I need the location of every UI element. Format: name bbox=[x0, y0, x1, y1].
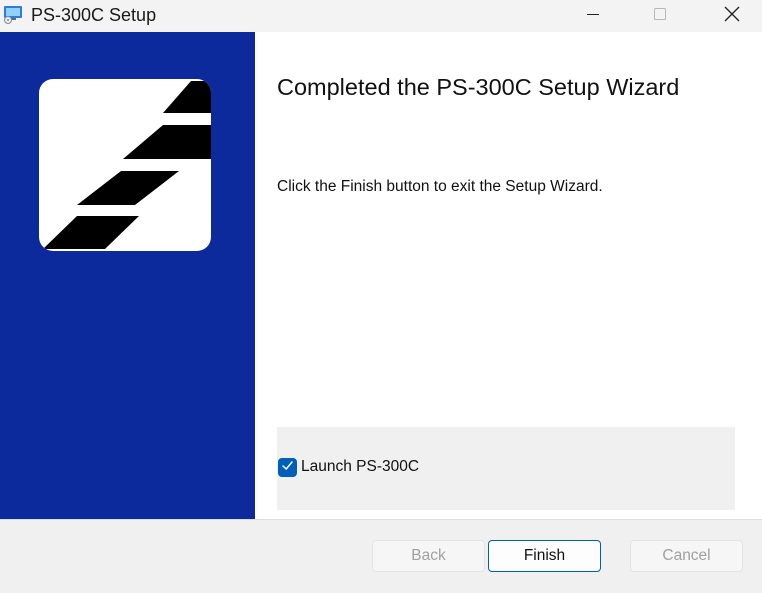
checkmark-icon bbox=[281, 459, 294, 477]
maximize-icon bbox=[652, 6, 668, 27]
cancel-button[interactable]: Cancel bbox=[630, 540, 743, 572]
close-icon bbox=[723, 5, 741, 28]
launch-option-panel: Launch PS-300C bbox=[277, 427, 735, 510]
launch-checkbox[interactable] bbox=[278, 458, 297, 477]
finish-button[interactable]: Finish bbox=[488, 540, 601, 572]
title-bar[interactable]: PS-300C Setup bbox=[0, 0, 762, 32]
setup-window: PS-300C Setup Completed the PS-300C Setu… bbox=[0, 0, 762, 593]
window-title: PS-300C Setup bbox=[31, 5, 157, 25]
wizard-instructions: Click the Finish button to exit the Setu… bbox=[277, 178, 603, 195]
minimize-icon bbox=[585, 6, 601, 27]
launch-checkbox-label[interactable]: Launch PS-300C bbox=[301, 458, 419, 476]
wizard-banner bbox=[0, 32, 255, 519]
minimize-button[interactable] bbox=[570, 0, 616, 32]
wizard-heading: Completed the PS-300C Setup Wizard bbox=[277, 74, 680, 100]
button-bar: Back Finish Cancel bbox=[0, 519, 762, 593]
product-logo bbox=[39, 79, 211, 251]
back-button[interactable]: Back bbox=[372, 540, 485, 572]
close-button[interactable] bbox=[709, 0, 755, 32]
maximize-button[interactable] bbox=[637, 0, 683, 32]
setup-installer-icon bbox=[3, 4, 23, 24]
diagonal-stripes-logo bbox=[39, 81, 211, 251]
